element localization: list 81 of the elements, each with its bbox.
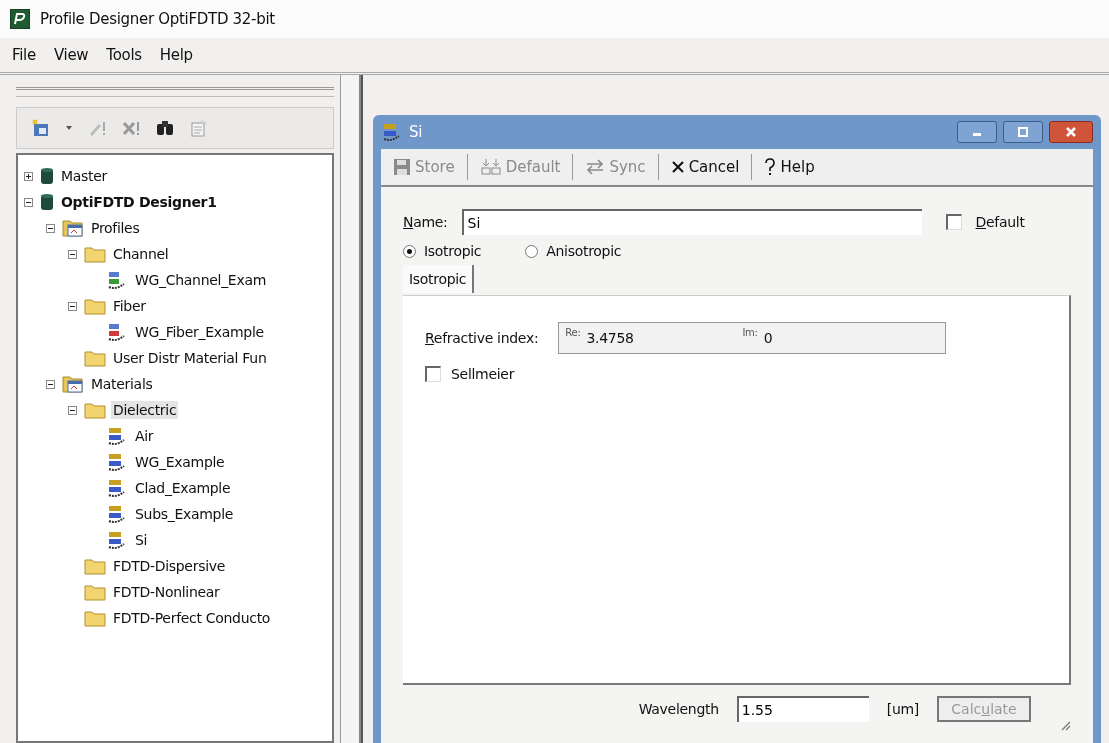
folder-icon (84, 582, 106, 602)
checkbox-label[interactable]: Sellmeier (451, 366, 515, 382)
radio-label[interactable]: Anisotropic (546, 243, 622, 259)
tree-item[interactable]: Channel (111, 245, 171, 263)
checkbox[interactable] (945, 214, 962, 230)
radio-button[interactable] (525, 244, 539, 258)
expander-icon[interactable] (46, 223, 57, 233)
folder-icon (84, 608, 106, 628)
toolbar-button[interactable]: Cancel (668, 156, 742, 178)
folder-icon (84, 556, 106, 576)
tree-item[interactable]: User Distr Material Fun (111, 349, 269, 367)
expander-icon[interactable] (24, 197, 35, 207)
maximize-button[interactable] (1003, 121, 1043, 143)
tab[interactable]: Isotropic (403, 265, 475, 293)
folder-icon (84, 400, 106, 420)
maximize-icon (1017, 127, 1029, 137)
resize-grip-icon[interactable] (1059, 719, 1071, 731)
menu-item[interactable]: Tools (106, 44, 142, 66)
tree-item[interactable]: Profiles (89, 219, 142, 237)
sync-arrows-icon (585, 158, 606, 176)
close-button[interactable] (1049, 121, 1093, 143)
database-icon (40, 192, 54, 212)
tree-item[interactable]: Fiber (111, 297, 148, 315)
field-prefix: Im: (742, 327, 758, 338)
wavelength-field[interactable]: 1.55 (736, 696, 869, 722)
name-label: Name: (403, 214, 448, 230)
tree-item[interactable]: Clad_Example (133, 479, 233, 497)
tree-item[interactable]: FDTD-Perfect Conducto (111, 609, 273, 627)
dialog-title: Si (409, 123, 423, 141)
expander-icon[interactable] (68, 405, 79, 415)
tree-item[interactable]: WG_Example (133, 453, 227, 471)
folder-icon (84, 296, 106, 316)
checkbox[interactable] (425, 366, 441, 382)
menu-item[interactable]: View (53, 44, 89, 66)
complex-input-field[interactable]: Re: 3.4758 Im: 0 (558, 322, 947, 354)
binoculars-icon[interactable] (155, 118, 175, 138)
arrows-down-icon (479, 158, 502, 176)
radio-label[interactable]: Isotropic (424, 243, 482, 259)
tree-item[interactable]: OptiFDTD Designer1 (59, 193, 219, 211)
database-icon (40, 166, 54, 186)
expander-icon[interactable] (46, 379, 57, 389)
tree-item[interactable]: Air (133, 427, 156, 445)
tree-item[interactable]: Materials (89, 375, 155, 393)
caret-icon[interactable] (65, 124, 73, 132)
tree-item[interactable]: Si (133, 531, 150, 549)
menu-item[interactable]: Help (159, 44, 193, 66)
unit-label: [um] (886, 701, 919, 717)
field-value: 3.4758 (586, 330, 635, 346)
new-item-icon[interactable] (31, 118, 51, 138)
toolbar-grip[interactable] (16, 87, 334, 97)
expander-icon[interactable] (68, 249, 79, 259)
wavelength-label: Wavelength (638, 701, 719, 717)
tree-item[interactable]: WG_Channel_Exam (133, 271, 269, 289)
folder-icon (84, 348, 106, 368)
expander-icon[interactable] (68, 301, 79, 311)
save-icon (393, 158, 411, 176)
minimize-button[interactable] (957, 121, 997, 143)
tree-item[interactable]: FDTD-Nonlinear (111, 583, 222, 601)
tree-item[interactable]: Master (59, 167, 109, 185)
window-title: Profile Designer OptiFDTD 32-bit (40, 10, 275, 28)
tree-item[interactable]: WG_Fiber_Example (133, 323, 266, 341)
toolbar-button[interactable]: Help (762, 155, 817, 179)
field-value: 0 (763, 330, 773, 346)
radio-button[interactable] (403, 244, 416, 258)
folder-icon (62, 218, 84, 238)
close-icon (670, 160, 685, 174)
close-icon (1065, 127, 1077, 137)
folder-icon (84, 244, 106, 264)
tree-item[interactable]: Subs_Example (133, 505, 236, 523)
folder-icon (62, 374, 84, 394)
refractive-index-label: Refractive index: (425, 330, 539, 346)
app-logo-icon (10, 9, 30, 29)
splitter[interactable] (340, 75, 361, 743)
expander-icon[interactable] (24, 171, 35, 181)
field-prefix: Re: (565, 327, 581, 338)
tree-item[interactable]: FDTD-Dispersive (111, 557, 228, 575)
menu-item[interactable]: File (12, 44, 36, 66)
name-field[interactable]: Si (461, 209, 922, 235)
help-icon (764, 157, 777, 177)
tree-item[interactable]: Dielectric (111, 401, 179, 419)
checkbox-label[interactable]: Default (975, 214, 1025, 230)
